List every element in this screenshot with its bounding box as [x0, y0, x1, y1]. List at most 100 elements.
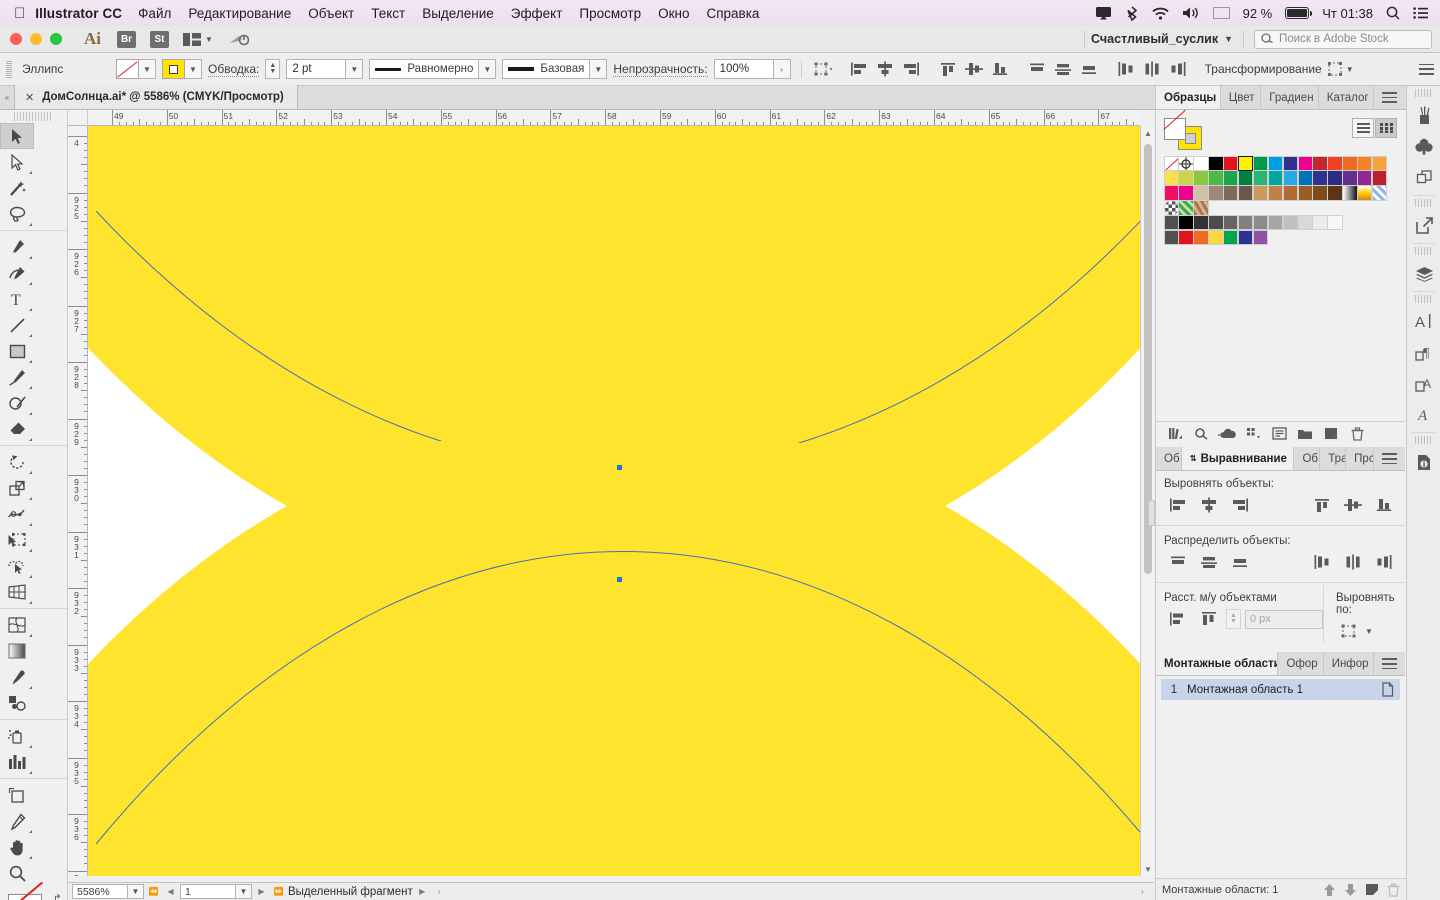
- align-to-selection-icon[interactable]: [1336, 620, 1363, 642]
- swatch-cell[interactable]: [1238, 156, 1253, 171]
- menu-item-edit[interactable]: Редактирование: [188, 6, 291, 21]
- document-info-panel-icon[interactable]: [1407, 447, 1440, 478]
- zoom-level-input[interactable]: 5586%: [72, 884, 128, 899]
- distribute-top-icon[interactable]: [1025, 58, 1050, 80]
- distribute-horizontal-center-icon[interactable]: [1140, 58, 1165, 80]
- align-left-icon[interactable]: [1164, 494, 1191, 516]
- swatch-cell[interactable]: [1208, 156, 1223, 171]
- swatch-cell[interactable]: [1208, 170, 1223, 185]
- tab-artboards[interactable]: Монтажные области: [1156, 652, 1278, 675]
- tab-catalog[interactable]: Каталог: [1319, 86, 1374, 109]
- swatch-cell[interactable]: [1283, 170, 1298, 185]
- swatch-cell[interactable]: [1312, 170, 1327, 185]
- dock-group-grip[interactable]: [1415, 436, 1432, 444]
- tab-color[interactable]: Цвет: [1221, 86, 1262, 109]
- brush-definition-select[interactable]: Базовая: [502, 59, 590, 79]
- swatch-cell[interactable]: [1372, 156, 1387, 171]
- swatch-cell[interactable]: [1238, 230, 1253, 245]
- document-canvas[interactable]: [88, 126, 1140, 876]
- scroll-down-icon[interactable]: ▼: [1141, 862, 1155, 876]
- swatch-cell[interactable]: [1298, 156, 1313, 171]
- swatch-cell[interactable]: [1312, 215, 1327, 230]
- distribute-bottom-icon[interactable]: [1077, 58, 1102, 80]
- move-up-icon[interactable]: [1323, 883, 1336, 897]
- delete-swatch-icon[interactable]: [1346, 425, 1368, 443]
- rectangle-tool[interactable]: [0, 338, 34, 364]
- swatch-cell[interactable]: [1223, 156, 1238, 171]
- stroke-weight-stepper[interactable]: ▲▼: [265, 59, 280, 79]
- apple-icon[interactable]: : [14, 5, 25, 22]
- artboard-list-item[interactable]: 1 Монтажная область 1: [1161, 679, 1400, 700]
- new-artboard-icon[interactable]: [1365, 883, 1379, 896]
- swatch-cell[interactable]: [1208, 215, 1223, 230]
- swatch-cell[interactable]: [1208, 230, 1223, 245]
- delete-artboard-icon[interactable]: [1387, 883, 1400, 897]
- swatch-cell[interactable]: [1253, 170, 1268, 185]
- chevron-down-icon[interactable]: ▼: [479, 59, 496, 79]
- hand-tool[interactable]: [0, 834, 34, 860]
- sync-settings-icon[interactable]: [229, 32, 249, 47]
- free-transform-tool[interactable]: [0, 527, 34, 553]
- blend-tool[interactable]: [0, 690, 34, 716]
- align-bottom-icon[interactable]: [988, 58, 1013, 80]
- swatch-cell[interactable]: [1238, 170, 1253, 185]
- swatch-cell[interactable]: [1193, 230, 1208, 245]
- chevron-down-icon[interactable]: ▼: [185, 59, 202, 79]
- cloud-icon[interactable]: [1216, 425, 1238, 443]
- swatch-cell[interactable]: [1312, 185, 1327, 200]
- align-to-selection-icon[interactable]: [812, 58, 837, 80]
- menu-item-object[interactable]: Объект: [308, 6, 354, 21]
- swatch-cell[interactable]: [1357, 170, 1372, 185]
- opacity-input[interactable]: 100%: [714, 59, 774, 79]
- close-icon[interactable]: ✕: [25, 91, 34, 104]
- swatch-cell[interactable]: [1193, 200, 1208, 215]
- selection-tool[interactable]: [0, 123, 34, 149]
- list-view-icon[interactable]: [1352, 118, 1374, 138]
- swatch-cell[interactable]: [1193, 170, 1208, 185]
- chevron-down-icon[interactable]: ▼: [236, 884, 252, 899]
- tab-transparency-short[interactable]: Тра: [1320, 447, 1346, 470]
- new-swatch-icon[interactable]: [1320, 425, 1342, 443]
- menu-item-window[interactable]: Окно: [658, 6, 689, 21]
- swatch-cell[interactable]: [1342, 185, 1357, 200]
- menu-item-select[interactable]: Выделение: [422, 6, 494, 21]
- mesh-tool[interactable]: [0, 612, 34, 638]
- scale-tool[interactable]: [0, 475, 34, 501]
- swatch-cell[interactable]: [1223, 185, 1238, 200]
- distribute-top-icon[interactable]: [1164, 551, 1191, 573]
- next-page-icon[interactable]: ▶: [254, 884, 269, 899]
- paragraph-panel-icon[interactable]: ¶: [1407, 337, 1440, 368]
- menu-clock[interactable]: Чт 01:38: [1322, 6, 1373, 21]
- pathfinder-panel-icon[interactable]: [1407, 162, 1440, 193]
- status-menu-icon[interactable]: ▶: [415, 884, 430, 899]
- swatch-cell[interactable]: [1327, 185, 1342, 200]
- swatch-cell[interactable]: [1298, 185, 1313, 200]
- tab-align[interactable]: ⇅ Выравнивание: [1182, 447, 1295, 470]
- swatches-stroke-preview[interactable]: [1164, 118, 1186, 140]
- swatch-cell[interactable]: [1164, 230, 1179, 245]
- page-number-input[interactable]: 1: [180, 884, 236, 899]
- swatch-cell[interactable]: [1327, 170, 1342, 185]
- bridge-button[interactable]: Br: [117, 31, 136, 48]
- vertical-ruler[interactable]: 4925926927928929930931932933934935936937: [68, 126, 88, 876]
- distribute-horizontal-center-icon[interactable]: [1339, 551, 1366, 573]
- align-horizontal-center-icon[interactable]: [1195, 494, 1222, 516]
- last-page-icon[interactable]: ⏩: [271, 884, 286, 899]
- align-right-icon[interactable]: [1226, 494, 1253, 516]
- control-bar-menu-icon[interactable]: [1419, 64, 1434, 75]
- stroke-swatch[interactable]: [116, 59, 139, 79]
- swatch-cell[interactable]: [1312, 156, 1327, 171]
- tab-transform-short[interactable]: Об: [1156, 447, 1182, 470]
- eraser-tool[interactable]: [0, 416, 34, 442]
- character-styles-panel-icon[interactable]: A: [1407, 368, 1440, 399]
- line-segment-tool[interactable]: [0, 312, 34, 338]
- minimize-window-button[interactable]: [30, 33, 42, 45]
- shaper-tool[interactable]: [0, 390, 34, 416]
- zoom-tool[interactable]: [0, 860, 34, 886]
- slice-tool[interactable]: [0, 808, 34, 834]
- horizontal-ruler[interactable]: 49505152535455565758596061626364656667: [88, 110, 1140, 126]
- wifi-icon[interactable]: [1152, 7, 1169, 20]
- swatch-cell[interactable]: [1327, 156, 1342, 171]
- new-group-icon[interactable]: [1294, 425, 1316, 443]
- control-bar-grip[interactable]: [6, 61, 12, 78]
